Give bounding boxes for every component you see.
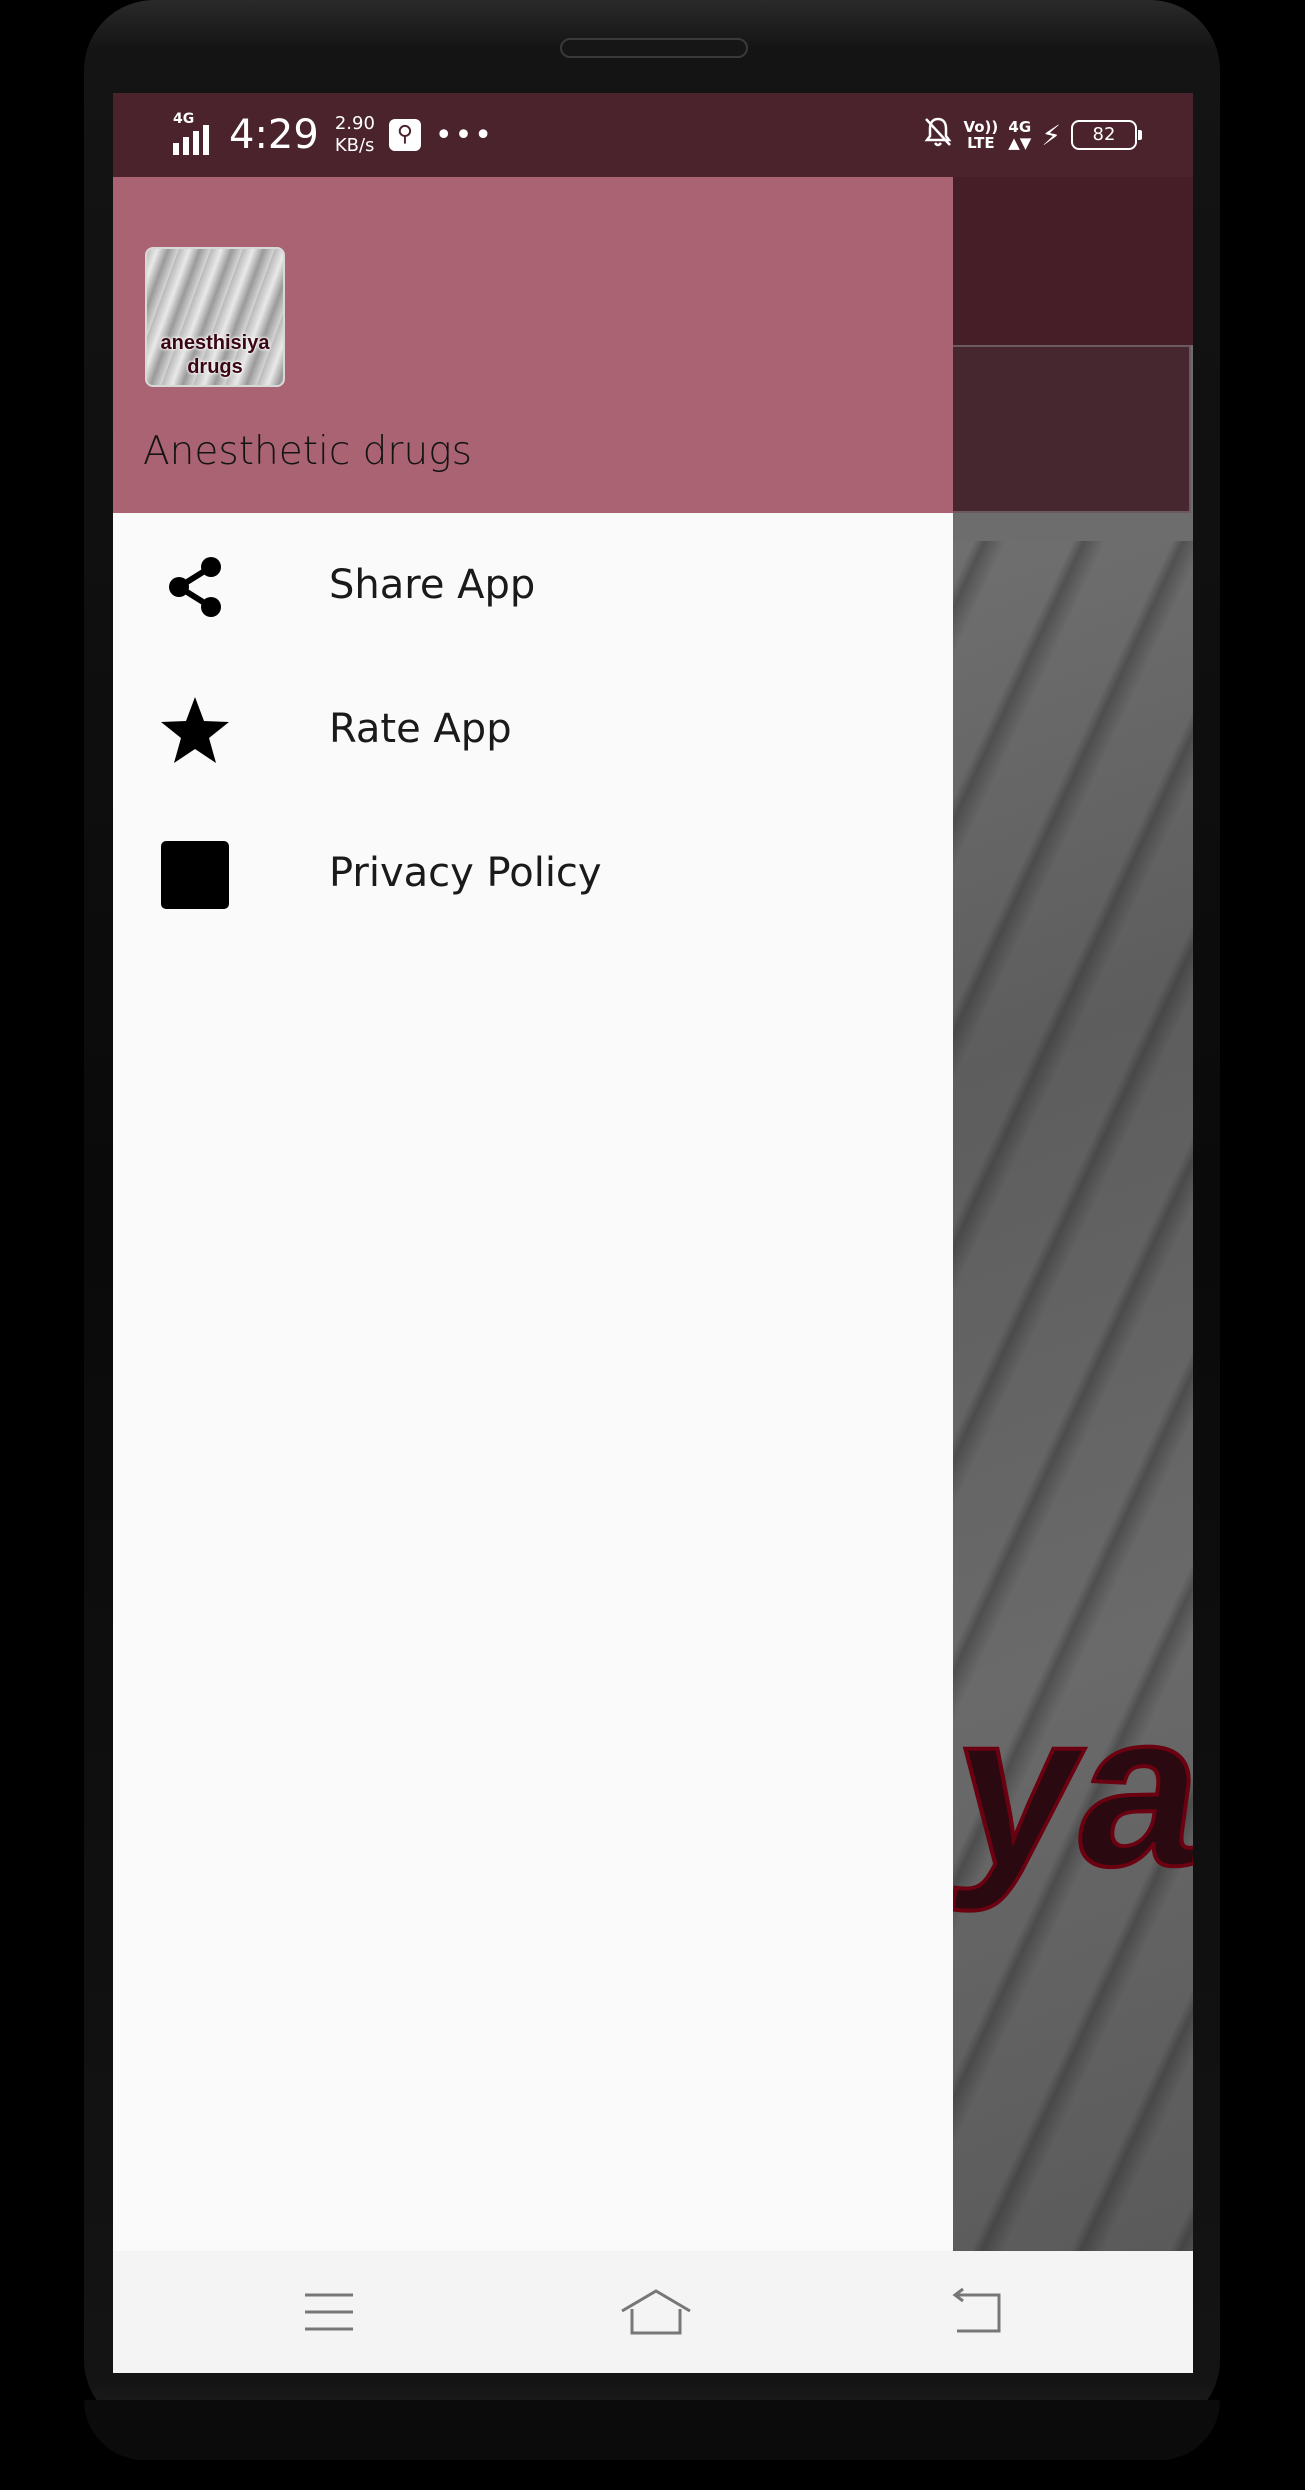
menu-item-label: Share App [329, 562, 536, 608]
network-speed: 2.90 KB/s [335, 113, 375, 157]
system-navigation-bar [113, 2251, 1193, 2373]
menu-icon [305, 2293, 353, 2331]
back-icon [952, 2287, 1001, 2333]
home-icon [621, 2289, 691, 2335]
screen: ya 4G 4:29 2.90 KB/s ⚲ ••• Vo)) LTE 4G ▲… [113, 93, 1193, 2373]
back-button[interactable] [949, 2287, 1009, 2337]
app-logo-text-line2: drugs [187, 356, 243, 378]
drawer-header: anesthisiya drugs Anesthetic drugs [113, 177, 953, 513]
menu-item-share-app[interactable]: Share App [113, 513, 953, 657]
menu-item-privacy-policy[interactable]: Privacy Policy [113, 801, 953, 945]
menu-item-label: Privacy Policy [329, 850, 602, 896]
recent-apps-button[interactable] [299, 2287, 359, 2337]
background-image-text: ya [939, 1664, 1193, 1914]
square-icon [159, 839, 231, 911]
app-logo-text: anesthisiya drugs [147, 331, 283, 379]
phone-chin [84, 2400, 1220, 2460]
network-type: 4G [173, 111, 195, 127]
app-logo: anesthisiya drugs [145, 247, 285, 387]
home-button[interactable] [618, 2287, 694, 2337]
star-icon [159, 695, 231, 767]
data-indicator: 4G ▲▼ [1008, 118, 1032, 152]
navigation-drawer: anesthisiya drugs Anesthetic drugs Share… [113, 177, 953, 2251]
status-bar: 4G 4:29 2.90 KB/s ⚲ ••• Vo)) LTE 4G ▲▼ ⚡… [113, 93, 1193, 177]
clock: 4:29 [229, 112, 319, 158]
network-speed-unit: KB/s [334, 135, 375, 156]
volte-indicator: Vo)) LTE [963, 119, 998, 151]
usb-icon: ⚲ [388, 119, 421, 151]
app-logo-text-line1: anesthisiya [160, 332, 270, 354]
network-speed-value: 2.90 [334, 113, 375, 134]
phone-speaker [560, 38, 748, 58]
mute-bell-icon [923, 116, 953, 155]
charging-icon: ⚡ [1041, 118, 1061, 152]
menu-item-label: Rate App [329, 706, 512, 752]
drawer-title: Anesthetic drugs [143, 429, 472, 474]
share-icon [159, 551, 231, 623]
signal-icon: 4G [173, 111, 219, 155]
battery-icon: 82 [1071, 120, 1142, 150]
more-notifications-icon: ••• [434, 117, 494, 153]
drawer-menu: Share App Rate App Privacy Policy [113, 513, 953, 945]
menu-item-rate-app[interactable]: Rate App [113, 657, 953, 801]
lte-label: LTE [967, 134, 995, 152]
network-right-label: 4G [1008, 118, 1032, 136]
